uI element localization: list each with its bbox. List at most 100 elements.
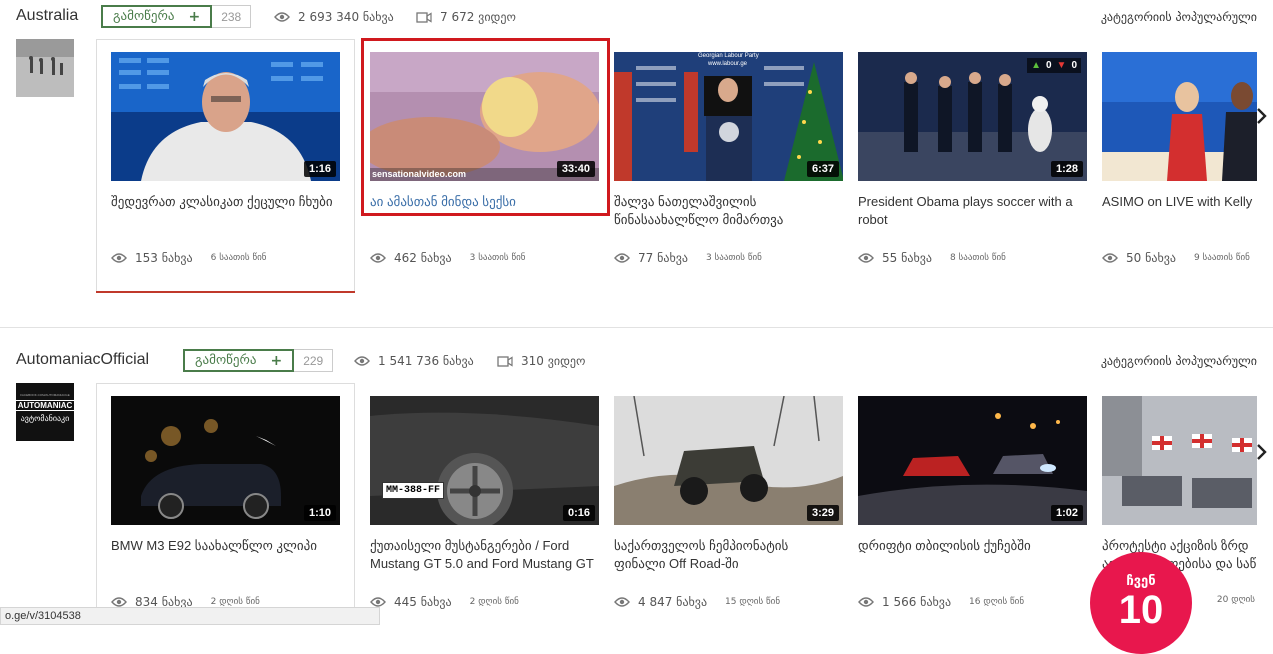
category-popular-link[interactable]: კატეგორიის პოპულარული [1101, 10, 1257, 24]
video-title[interactable]: BMW M3 E92 საახალწლო კლიპი [111, 537, 340, 555]
video-count: 7 672 ვიდეო [440, 10, 516, 24]
video-age: 16 დღის წინ [969, 597, 1025, 607]
video-thumbnail[interactable] [1102, 396, 1257, 525]
eye-icon [354, 356, 370, 366]
avatar-text-top: FACEBOOK.COM/AUTOMANIACGE [20, 393, 70, 397]
our-10-badge[interactable]: ჩვენ 10 [1090, 552, 1192, 654]
likes-count: 0 [1045, 60, 1052, 71]
eye-icon [274, 12, 290, 22]
channel-name[interactable]: Australia [16, 7, 78, 25]
video-title[interactable]: ქუთაისელი მუსტანგერები / Ford Mustang GT… [370, 537, 599, 573]
video-thumbnail[interactable]: 1:16 [111, 52, 340, 181]
video-age: 2 დღის წინ [210, 597, 260, 607]
video-duration: 1:10 [303, 505, 336, 521]
video-card[interactable]: ▲ 0 ▼ 0 1:28 President Obama plays socce… [858, 52, 1087, 282]
video-duration: 0:16 [562, 505, 595, 521]
video-thumbnail[interactable]: ▲ 0 ▼ 0 1:28 [858, 52, 1087, 181]
video-thumbnail[interactable]: MM-388-FF 0:16 [370, 396, 599, 525]
thumbnail-banner: Georgian Labour Party [698, 53, 759, 59]
channel-avatar[interactable] [16, 39, 74, 97]
video-meta: 153 ნახვა 6 საათის წინ [111, 251, 340, 265]
plus-icon: + [188, 8, 201, 25]
total-views-stat: 1 541 736 ნახვა [354, 354, 474, 368]
channel-header: AutomaniacOfficial გამოწერა + 229 1 541 … [16, 344, 1257, 372]
video-title[interactable]: ASIMO on LIVE with Kelly [1102, 193, 1257, 211]
eye-icon [858, 597, 874, 607]
eye-icon [370, 253, 386, 263]
video-age: 9 საათის წინ [1193, 253, 1250, 263]
plus-icon: + [270, 352, 283, 369]
video-age: 20 დღის [1216, 595, 1255, 605]
browser-status-url: o.ge/v/3104538 [0, 607, 380, 625]
video-title[interactable]: შედევრათ კლასიკათ ქეცული ჩხუბი [111, 193, 340, 211]
video-age: 8 საათის წინ [949, 253, 1006, 263]
subscribe-label: გამოწერა [113, 9, 175, 24]
video-thumbnail[interactable]: Georgian Labour Party www.labour.ge 6:37 [614, 52, 843, 181]
subscribe-button[interactable]: გამოწერა + [101, 5, 213, 28]
video-thumbnail[interactable]: 1:10 [111, 396, 340, 525]
video-meta: 4 847 ნახვა 15 დღის წინ [614, 595, 843, 609]
video-card[interactable]: MM-388-FF 0:16 ქუთაისელი მუსტანგერები / … [370, 396, 599, 625]
video-title[interactable]: შალვა ნათელაშვილის წინასაახალწლო მიმართვ… [614, 193, 843, 229]
video-views: 445 ნახვა [394, 595, 452, 609]
chevron-right-icon[interactable] [1255, 104, 1269, 128]
eye-icon [370, 597, 386, 607]
eye-icon [614, 597, 630, 607]
thumbnail-banner-site: www.labour.ge [708, 61, 748, 67]
video-meta: 1 566 ნახვა 16 დღის წინ [858, 595, 1087, 609]
video-duration: 6:37 [806, 161, 839, 177]
total-views: 2 693 340 ნახვა [298, 10, 394, 24]
subscribe-button[interactable]: გამოწერა + [183, 349, 295, 372]
video-meta: 77 ნახვა 3 საათის წინ [614, 251, 843, 265]
video-title[interactable]: საქართველოს ჩემპიონატის ფინალი Off Road-… [614, 537, 843, 573]
channel-avatar[interactable]: FACEBOOK.COM/AUTOMANIACGE AUTOMANIAC ავტ… [16, 383, 74, 441]
section-divider [0, 327, 1273, 328]
eye-icon [614, 253, 630, 263]
eye-icon [1102, 253, 1118, 263]
video-duration: 1:16 [303, 161, 336, 177]
total-views-stat: 2 693 340 ნახვა [274, 10, 394, 24]
video-age: 2 დღის წინ [469, 597, 519, 607]
video-thumbnail[interactable] [1102, 52, 1257, 181]
subscribe-group: გამოწერა + 229 [183, 349, 334, 373]
video-views: 4 847 ნახვა [638, 595, 708, 609]
video-title[interactable]: President Obama plays soccer with a robo… [858, 193, 1087, 229]
video-meta: 445 ნახვა 2 დღის წინ [370, 595, 599, 609]
video-card[interactable]: 1:16 შედევრათ კლასიკათ ქეცული ჩხუბი 153 … [111, 52, 340, 282]
video-meta: 55 ნახვა 8 საათის წინ [858, 251, 1087, 265]
subscribe-label: გამოწერა [195, 353, 257, 368]
video-duration: 3:29 [806, 505, 839, 521]
video-thumbnail[interactable]: 1:02 [858, 396, 1087, 525]
channel-name[interactable]: AutomaniacOfficial [16, 351, 149, 369]
subscriber-count: 238 [212, 5, 252, 28]
video-count-stat: 7 672 ვიდეო [416, 10, 516, 24]
video-card[interactable]: ASIMO on LIVE with Kelly 50 ნახვა 9 საათ… [1102, 52, 1257, 282]
video-card[interactable]: 1:02 დრიფტი თბილისის ქუჩებში 1 566 ნახვა… [858, 396, 1087, 625]
video-thumbnail[interactable]: 3:29 [614, 396, 843, 525]
video-views: 1 566 ნახვა [882, 595, 952, 609]
video-age: 6 საათის წინ [210, 253, 267, 263]
eye-icon [111, 253, 127, 263]
channel-section-australia: Australia გამოწერა + 238 2 693 340 ნახვა… [0, 0, 1273, 327]
chevron-right-icon[interactable] [1255, 440, 1269, 464]
video-card[interactable]: Georgian Labour Party www.labour.ge 6:37… [614, 52, 843, 282]
thumbs-down-icon: ▼ [1056, 60, 1067, 71]
thumbs-up-icon: ▲ [1031, 60, 1041, 71]
video-count: 310 ვიდეო [521, 354, 586, 368]
avatar-text-main: AUTOMANIAC [16, 400, 74, 411]
video-views: 77 ნახვა [638, 251, 688, 265]
category-popular-link[interactable]: კატეგორიის პოპულარული [1101, 354, 1257, 368]
video-meta: 462 ნახვა 3 საათის წინ [370, 251, 599, 265]
eye-icon [858, 253, 874, 263]
channel-header: Australia გამოწერა + 238 2 693 340 ნახვა… [16, 0, 1257, 28]
video-title[interactable]: დრიფტი თბილისის ქუჩებში [858, 537, 1087, 555]
video-count-stat: 310 ვიდეო [497, 354, 585, 368]
video-card[interactable]: 1:10 BMW M3 E92 საახალწლო კლიპი 834 ნახვ… [111, 396, 340, 625]
eye-icon [111, 597, 127, 607]
highlight-box [361, 38, 610, 216]
total-views: 1 541 736 ნახვა [378, 354, 474, 368]
video-duration: 1:02 [1050, 505, 1083, 521]
video-card[interactable]: 3:29 საქართველოს ჩემპიონატის ფინალი Off … [614, 396, 843, 625]
video-age: 3 საათის წინ [705, 253, 762, 263]
active-underline [96, 291, 355, 293]
